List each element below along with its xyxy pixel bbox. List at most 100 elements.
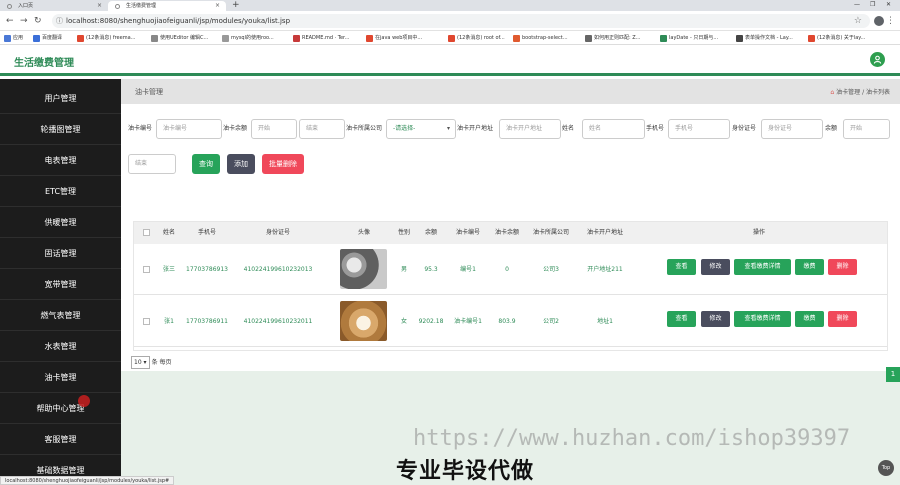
- breadcrumb-bar: 油卡管理 ⌂ 油卡管理 / 油卡列表: [121, 79, 900, 104]
- row-checkbox[interactable]: [143, 266, 150, 273]
- view-button[interactable]: 查看: [667, 259, 696, 275]
- phone-label: 手机号: [646, 125, 665, 132]
- bookmarks-bar: 应用 百度翻译 (12条消息) freema... 使用UEditor 编辑C... m…: [0, 31, 900, 45]
- bookmark-label: layDate - 只日期与...: [669, 35, 719, 41]
- edit-button[interactable]: 修改: [701, 311, 730, 327]
- select-all-checkbox[interactable]: [143, 229, 150, 236]
- delete-button[interactable]: 删除: [828, 311, 857, 327]
- cell-phone: 17703786913: [186, 266, 228, 273]
- bookmark-label: mysql的使用roo...: [231, 35, 274, 41]
- back-icon[interactable]: ←: [6, 15, 14, 27]
- close-icon[interactable]: ×: [215, 1, 220, 11]
- bookmark-star-icon[interactable]: ☆: [854, 15, 862, 27]
- idcard-input[interactable]: 身份证号: [761, 119, 823, 139]
- per-page-text: 条 每页: [151, 359, 172, 366]
- balance-end-input[interactable]: 结束: [299, 119, 345, 139]
- sidebar-item-carousel[interactable]: 轮播图管理: [0, 114, 121, 145]
- close-icon[interactable]: ×: [97, 1, 102, 11]
- breadcrumb: ⌂ 油卡管理 / 油卡列表: [830, 87, 890, 96]
- view-button[interactable]: 查看: [667, 311, 696, 327]
- back-to-top-button[interactable]: Top: [878, 460, 894, 476]
- tab-favicon-icon: [7, 4, 12, 9]
- sidebar-item-oil-card[interactable]: 油卡管理: [0, 362, 121, 393]
- sidebar-item-landline[interactable]: 固话管理: [0, 238, 121, 269]
- page-title: 油卡管理: [135, 88, 163, 96]
- bookmark-favicon-icon: [4, 35, 11, 42]
- query-button[interactable]: 查询: [192, 154, 220, 174]
- th-card-balance: 油卡余额: [494, 229, 519, 236]
- browser-tab-entry[interactable]: 入口页 ×: [0, 1, 108, 11]
- balance-start-input[interactable]: 开始: [251, 119, 297, 139]
- bookmark-item[interactable]: README.md · Ter...: [293, 33, 349, 43]
- forward-icon[interactable]: →: [20, 15, 28, 27]
- pay-button[interactable]: 缴费: [795, 311, 824, 327]
- bookmark-item[interactable]: (12条消息) freema...: [77, 33, 135, 43]
- batch-delete-button[interactable]: 批量删除: [262, 154, 304, 174]
- edit-button[interactable]: 修改: [701, 259, 730, 275]
- card-no-input[interactable]: 油卡编号: [156, 119, 222, 139]
- bookmark-favicon-icon: [736, 35, 743, 42]
- sidebar-item-heating[interactable]: 供暖管理: [0, 207, 121, 238]
- page-size-select[interactable]: 10 ▾: [131, 356, 150, 369]
- sidebar-item-water-meter[interactable]: 水表管理: [0, 331, 121, 362]
- pay-button[interactable]: 缴费: [795, 259, 824, 275]
- menu-icon[interactable]: ⋮: [886, 15, 895, 27]
- new-tab-button[interactable]: +: [232, 0, 240, 11]
- sidebar-item-help-center[interactable]: 帮助中心管理: [0, 393, 121, 424]
- bookmark-favicon-icon: [513, 35, 520, 42]
- url-bar[interactable]: ⓘ localhost:8080/shenghuojiaofeiguanli/j…: [52, 14, 870, 28]
- bookmark-favicon-icon: [585, 35, 592, 42]
- yue-end-input[interactable]: 结束: [128, 154, 176, 174]
- info-icon[interactable]: ⓘ: [56, 14, 63, 28]
- window-close-icon[interactable]: ✕: [886, 0, 891, 10]
- user-icon[interactable]: [870, 52, 885, 67]
- delete-button[interactable]: 删除: [828, 259, 857, 275]
- bookmark-item[interactable]: 百度翻译: [33, 33, 62, 43]
- bookmark-item[interactable]: 在java web项目中...: [366, 33, 422, 43]
- add-button[interactable]: 添加: [227, 154, 255, 174]
- cell-company: 公司2: [543, 318, 559, 325]
- bookmark-item[interactable]: (12条消息) 关于lay...: [808, 33, 865, 43]
- name-input[interactable]: 姓名: [582, 119, 645, 139]
- sidebar-item-broadband[interactable]: 宽带管理: [0, 269, 121, 300]
- mouse-cursor-icon: [78, 395, 90, 407]
- tab-favicon-icon: [115, 4, 120, 9]
- bookmark-label: (12条消息) 关于lay...: [817, 35, 866, 41]
- sidebar-item-gas-meter[interactable]: 燃气表管理: [0, 300, 121, 331]
- company-select[interactable]: -请选择- ▾: [386, 119, 456, 139]
- bookmark-favicon-icon: [293, 35, 300, 42]
- bookmark-item[interactable]: 使用UEditor 编辑C...: [151, 33, 208, 43]
- sidebar-item-etc[interactable]: ETC管理: [0, 176, 121, 207]
- payment-detail-button[interactable]: 查看缴费详情: [734, 311, 791, 327]
- url-text: localhost:8080/shenghuojiaofeiguanli/jsp…: [66, 17, 291, 25]
- sidebar-item-electric-meter[interactable]: 电表管理: [0, 145, 121, 176]
- bookmark-item[interactable]: (12条消息) root of...: [448, 33, 505, 43]
- bookmark-favicon-icon: [448, 35, 455, 42]
- bookmark-favicon-icon: [808, 35, 815, 42]
- cell-gender: 女: [400, 318, 407, 325]
- sidebar-item-users[interactable]: 用户管理: [0, 83, 121, 114]
- restore-icon[interactable]: ❐: [870, 0, 875, 10]
- minimize-icon[interactable]: —: [854, 0, 860, 10]
- bookmark-item[interactable]: layDate - 只日期与...: [660, 33, 718, 43]
- browser-tab-active[interactable]: 生活缴费管理 ×: [108, 1, 226, 11]
- home-icon[interactable]: ⌂: [830, 89, 834, 96]
- bookmark-item[interactable]: bootstrap-select...: [513, 33, 568, 43]
- reload-icon[interactable]: ↻: [34, 15, 42, 27]
- page-size-control: 10 ▾ 条 每页: [131, 356, 171, 369]
- th-avatar: 头像: [357, 229, 370, 236]
- yue-start-input[interactable]: 开始: [843, 119, 890, 139]
- bookmark-item[interactable]: mysql的使用roo...: [222, 33, 274, 43]
- profile-icon[interactable]: [874, 16, 884, 26]
- bookmark-item[interactable]: 表单操作文档 - Lay...: [736, 33, 793, 43]
- bookmark-item[interactable]: 如何用正则匹配: Z...: [585, 33, 640, 43]
- bookmark-item[interactable]: 应用: [4, 33, 23, 43]
- bookmark-label: 应用: [13, 35, 24, 41]
- payment-detail-button[interactable]: 查看缴费详情: [734, 259, 791, 275]
- row-checkbox[interactable]: [143, 318, 150, 325]
- address-input[interactable]: 油卡开户地址: [499, 119, 561, 139]
- browser-tabbar: 入口页 × 生活缴费管理 × + — ❐ ✕: [0, 0, 900, 11]
- page-button-current[interactable]: 1: [886, 367, 900, 382]
- sidebar-item-customer-service[interactable]: 客服管理: [0, 424, 121, 455]
- phone-input[interactable]: 手机号: [668, 119, 730, 139]
